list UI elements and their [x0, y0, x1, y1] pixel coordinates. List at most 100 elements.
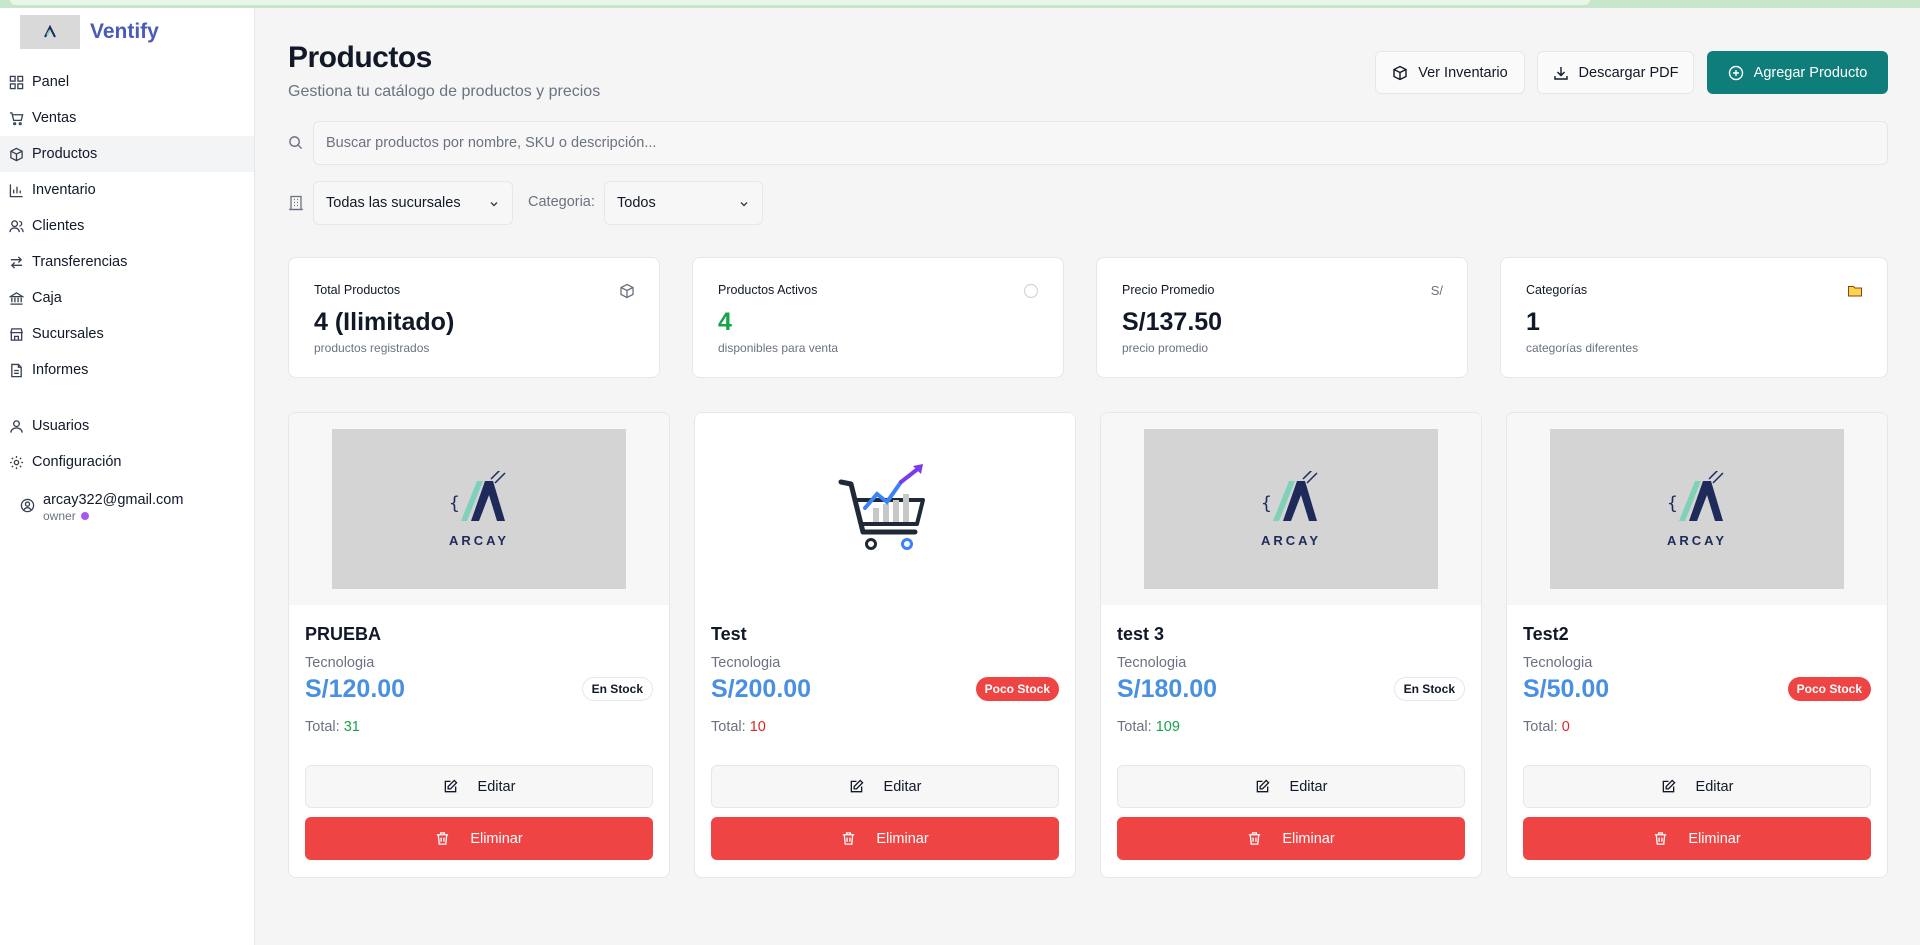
- sidebar-item-configuracion[interactable]: Configuración: [0, 444, 254, 480]
- user-email: arcay322@gmail.com: [43, 492, 184, 508]
- sidebar-item-label: Usuarios: [32, 418, 90, 434]
- trash-icon: [843, 832, 855, 845]
- arcay-logo-image: { ARCAY: [1550, 429, 1844, 589]
- sidebar-item-ventas[interactable]: Ventas: [0, 100, 254, 136]
- plus-circle-icon: [1728, 65, 1743, 80]
- brand-logo: [20, 15, 80, 49]
- button-label: Eliminar: [876, 830, 929, 847]
- edit-icon: [1256, 779, 1270, 793]
- button-label: Eliminar: [1688, 830, 1741, 847]
- stat-subtitle: precio promedio: [1122, 341, 1209, 355]
- folder-icon: [1848, 286, 1862, 297]
- download-pdf-button[interactable]: Descargar PDF: [1537, 51, 1694, 94]
- stat-title: Total Productos: [314, 283, 401, 297]
- sidebar-item-informes[interactable]: Informes: [0, 352, 254, 388]
- grid-icon: [9, 75, 24, 89]
- add-product-button[interactable]: Agregar Producto: [1707, 51, 1888, 94]
- page-header: Productos Gestiona tu catálogo de produc…: [288, 8, 1888, 100]
- sidebar-item-transferencias[interactable]: Transferencias: [0, 244, 254, 280]
- total-value: 109: [1155, 719, 1180, 735]
- stock-badge: Poco Stock: [975, 677, 1059, 701]
- sidebar: Ventify Panel Ventas Productos Inventari…: [0, 8, 255, 945]
- total-value: 31: [343, 719, 360, 735]
- chevron-down-icon: [490, 202, 498, 207]
- delete-button[interactable]: Eliminar: [711, 817, 1059, 860]
- main-content: Productos Gestiona tu catálogo de produc…: [288, 8, 1888, 878]
- product-category: Tecnologia: [711, 655, 781, 671]
- product-card[interactable]: Test Tecnologia S/200.00 Poco Stock Tota…: [694, 412, 1076, 878]
- category-select[interactable]: Todos: [604, 181, 763, 225]
- stat-value: 4 (Ilimitado): [314, 308, 455, 336]
- product-total: Total: 31: [305, 719, 360, 735]
- trash-icon: [1655, 832, 1667, 845]
- filters: Todas las sucursales Categoria: Todos: [288, 181, 1088, 225]
- search-input[interactable]: [313, 121, 1888, 165]
- shopping-cart-chart-image: [838, 464, 925, 550]
- edit-icon: [444, 779, 458, 793]
- brand-name: Ventify: [90, 20, 159, 43]
- sidebar-item-productos[interactable]: Productos: [0, 136, 254, 172]
- building-icon: [289, 195, 303, 211]
- sidebar-item-caja[interactable]: Caja: [0, 280, 254, 316]
- sidebar-item-sucursales[interactable]: Sucursales: [0, 316, 254, 352]
- arcay-wordmark: ARCAY: [448, 532, 510, 548]
- edit-button[interactable]: Editar: [1523, 765, 1871, 808]
- sidebar-item-label: Sucursales: [32, 326, 104, 342]
- stat-title: Precio Promedio: [1122, 283, 1215, 297]
- product-name: Test: [711, 624, 747, 644]
- delete-button[interactable]: Eliminar: [1523, 817, 1871, 860]
- product-total: Total: 0: [1523, 719, 1570, 735]
- stats-row: Total Productos 4 (Ilimitado) productos …: [288, 257, 1888, 378]
- bank-icon: [9, 291, 24, 305]
- delete-button[interactable]: Eliminar: [1117, 817, 1465, 860]
- button-label: Descargar PDF: [1578, 64, 1679, 81]
- arcay-wordmark: ARCAY: [1666, 532, 1728, 548]
- select-value: Todos: [617, 195, 656, 211]
- sidebar-item-label: Informes: [32, 362, 89, 378]
- arcay-logo-image: { ARCAY: [332, 429, 626, 589]
- stat-subtitle: productos registrados: [314, 341, 430, 355]
- brand[interactable]: Ventify: [0, 8, 254, 56]
- svg-text:{: {: [1667, 493, 1678, 514]
- sidebar-item-usuarios[interactable]: Usuarios: [0, 408, 254, 444]
- user-circle-icon: [20, 498, 35, 513]
- sidebar-item-label: Transferencias: [32, 254, 128, 270]
- stat-value: S/137.50: [1122, 308, 1223, 336]
- product-name: Test2: [1523, 624, 1569, 644]
- product-card[interactable]: { ARCAY PRUEBA Tecnologia S/120.00 En St…: [288, 412, 670, 878]
- user-role-label: owner: [43, 509, 76, 523]
- delete-button[interactable]: Eliminar: [305, 817, 653, 860]
- select-value: Todas las sucursales: [326, 195, 461, 211]
- total-value: 10: [749, 719, 766, 735]
- branch-select[interactable]: Todas las sucursales: [313, 181, 513, 225]
- stat-card-total: Total Productos 4 (Ilimitado) productos …: [288, 257, 660, 378]
- product-total: Total: 109: [1117, 719, 1180, 735]
- product-price: S/180.00: [1117, 675, 1218, 703]
- sidebar-item-label: Caja: [32, 290, 62, 306]
- edit-button[interactable]: Editar: [1117, 765, 1465, 808]
- sidebar-item-label: Clientes: [32, 218, 85, 234]
- download-icon: [1553, 66, 1568, 80]
- edit-button[interactable]: Editar: [711, 765, 1059, 808]
- sidebar-item-label: Configuración: [32, 454, 122, 470]
- top-progress-strip: [0, 0, 1920, 8]
- sidebar-item-inventario[interactable]: Inventario: [0, 172, 254, 208]
- product-category: Tecnologia: [1117, 655, 1187, 671]
- circle-icon: [1023, 283, 1039, 299]
- edit-button[interactable]: Editar: [305, 765, 653, 808]
- sidebar-item-label: Panel: [32, 74, 70, 90]
- button-label: Editar: [1289, 778, 1328, 795]
- product-card[interactable]: { ARCAY test 3 Tecnologia S/180.00 En St…: [1100, 412, 1482, 878]
- total-label: Total:: [1117, 719, 1152, 735]
- product-card[interactable]: { ARCAY Test2 Tecnologia S/50.00 Poco St…: [1506, 412, 1888, 878]
- stat-title: Productos Activos: [718, 283, 818, 297]
- button-label: Editar: [883, 778, 922, 795]
- sidebar-item-clientes[interactable]: Clientes: [0, 208, 254, 244]
- product-image: [695, 413, 1075, 605]
- product-grid: { ARCAY PRUEBA Tecnologia S/120.00 En St…: [288, 412, 1888, 882]
- sidebar-item-panel[interactable]: Panel: [0, 64, 254, 100]
- view-inventory-button[interactable]: Ver Inventario: [1375, 51, 1525, 94]
- total-value: 0: [1561, 719, 1570, 735]
- arcay-logo-image: { ARCAY: [1144, 429, 1438, 589]
- user-profile[interactable]: arcay322@gmail.com owner: [0, 480, 254, 523]
